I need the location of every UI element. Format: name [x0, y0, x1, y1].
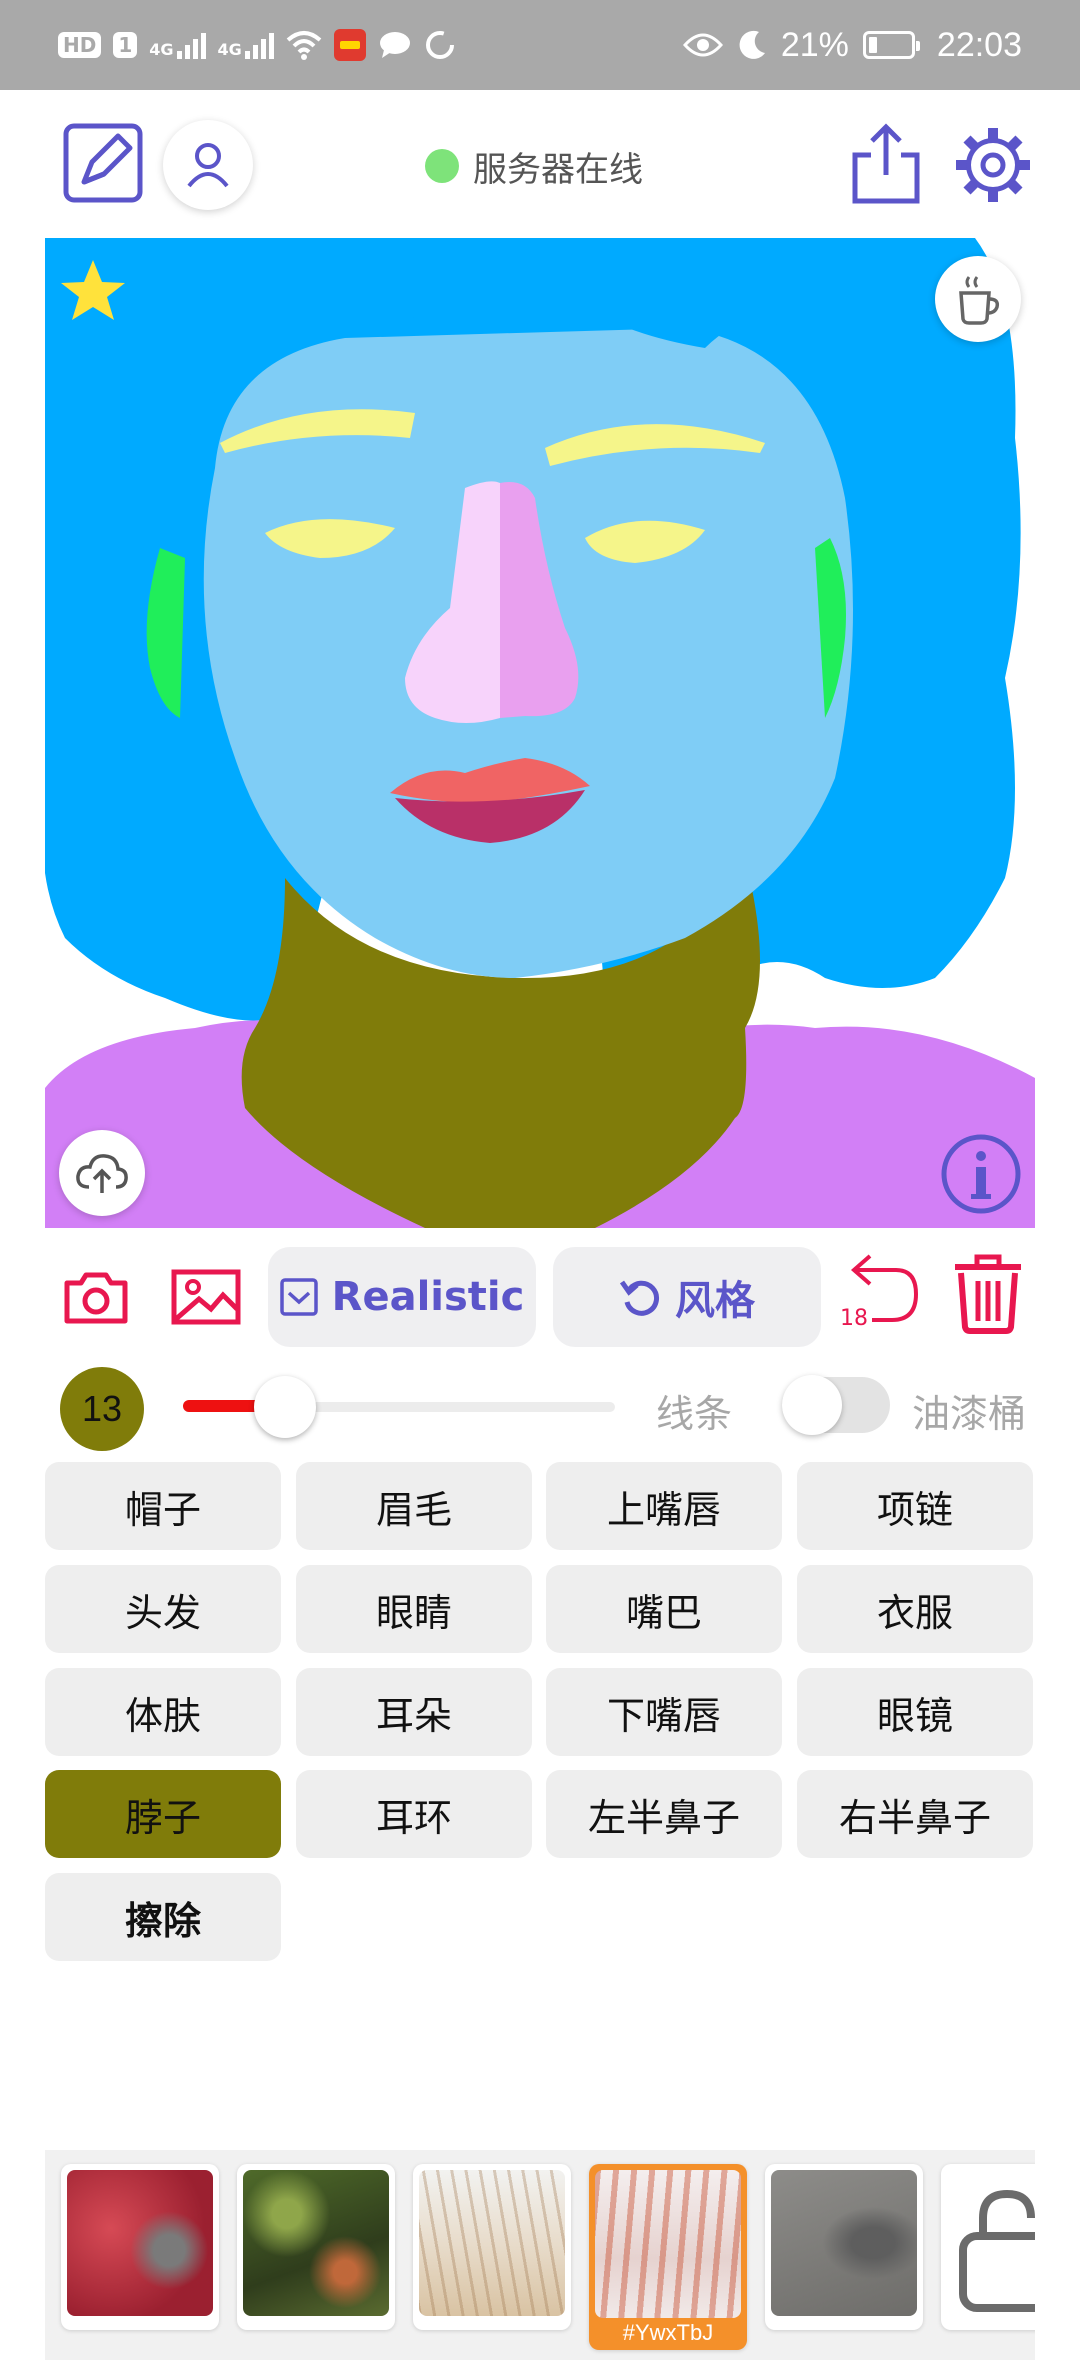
category-lower-lip[interactable]: 下嘴唇 — [546, 1668, 782, 1756]
style-thumbnail-image — [771, 2170, 917, 2316]
style-thumbnail-image — [243, 2170, 389, 2316]
server-status-dot — [425, 149, 459, 183]
share-button[interactable] — [848, 122, 924, 206]
signal-bars-icon — [244, 31, 274, 59]
profile-button[interactable] — [163, 120, 253, 210]
paint-bucket-label: 油漆桶 — [912, 1392, 1027, 1436]
face-drawing — [45, 238, 1035, 1228]
draw-mode-button[interactable] — [60, 120, 146, 206]
edit-canvas-icon — [63, 123, 143, 203]
category-mouth[interactable]: 嘴巴 — [546, 1565, 782, 1653]
server-status: 服务器在线 — [425, 142, 643, 190]
signal-2: 4G — [218, 31, 274, 59]
lock-icon — [959, 2189, 1035, 2312]
category-eyebrows[interactable]: 眉毛 — [296, 1462, 532, 1550]
realistic-label: Realistic — [331, 1274, 525, 1320]
wifi-icon — [286, 31, 322, 60]
upload-button[interactable] — [59, 1130, 145, 1216]
settings-button[interactable] — [950, 122, 1036, 208]
signal-1: 4G — [149, 31, 206, 59]
loading-icon — [425, 31, 454, 59]
style-thumbnail[interactable] — [61, 2164, 219, 2330]
category-neck-selected[interactable]: 脖子 — [45, 1770, 281, 1858]
category-left-nose[interactable]: 左半鼻子 — [546, 1770, 782, 1858]
category-glasses[interactable]: 眼镜 — [797, 1668, 1033, 1756]
category-skin[interactable]: 体肤 — [45, 1668, 281, 1756]
checkbox-icon — [279, 1278, 318, 1316]
line-mode-label: 线条 — [656, 1392, 733, 1436]
camera-icon — [64, 1272, 128, 1324]
brush-size-badge[interactable]: 13 — [60, 1367, 144, 1451]
trash-icon — [955, 1254, 1021, 1334]
style-thumbnail[interactable] — [237, 2164, 395, 2330]
moon-icon — [739, 30, 765, 59]
delete-button[interactable] — [948, 1252, 1028, 1336]
style-thumbnail-image — [595, 2170, 741, 2318]
style-thumbnail-image — [419, 2170, 565, 2316]
share-icon — [852, 123, 920, 204]
category-ears[interactable]: 耳朵 — [296, 1668, 532, 1756]
category-upper-lip[interactable]: 上嘴唇 — [546, 1462, 782, 1550]
network-type-1: 4G — [149, 40, 174, 59]
style-thumbnail-selected[interactable]: #YwxTbJ — [589, 2164, 747, 2350]
coffee-button[interactable] — [935, 256, 1021, 342]
battery-percent: 21% — [780, 25, 849, 64]
user-icon — [187, 143, 229, 188]
undo-count: 18 — [840, 1306, 868, 1331]
gallery-button[interactable] — [168, 1262, 244, 1332]
category-earrings[interactable]: 耳环 — [296, 1770, 532, 1858]
gear-icon — [956, 128, 1030, 202]
style-thumbnail[interactable] — [413, 2164, 571, 2330]
server-status-label: 服务器在线 — [473, 149, 643, 190]
message-icon — [379, 32, 410, 58]
category-right-nose[interactable]: 右半鼻子 — [797, 1770, 1033, 1858]
battery-icon — [862, 31, 920, 59]
favorite-star-icon[interactable] — [57, 256, 129, 326]
category-erase[interactable]: 擦除 — [45, 1873, 281, 1961]
network-type-2: 4G — [217, 40, 242, 59]
hd-indicator: HD — [58, 32, 102, 58]
info-icon[interactable] — [939, 1132, 1023, 1216]
brush-size-slider-thumb[interactable] — [254, 1376, 316, 1438]
camera-button[interactable] — [58, 1262, 134, 1332]
sim-indicator: 1 — [113, 32, 138, 58]
status-bar-left: HD 1 4G 4G — [58, 26, 456, 64]
category-hat[interactable]: 帽子 — [45, 1462, 281, 1550]
signal-bars-icon — [176, 31, 206, 59]
category-eyes[interactable]: 眼睛 — [296, 1565, 532, 1653]
style-label: 风格 — [675, 1278, 755, 1324]
style-thumbnail-image — [67, 2170, 213, 2316]
status-bar-right: 21% 22:03 — [682, 25, 1022, 64]
realistic-toggle-button[interactable]: Realistic — [268, 1247, 536, 1347]
style-button[interactable]: 风格 — [553, 1247, 821, 1347]
category-necklace[interactable]: 项链 — [797, 1462, 1033, 1550]
eye-icon — [682, 33, 723, 57]
image-icon — [171, 1269, 241, 1325]
cloud-upload-icon — [76, 1154, 128, 1193]
refresh-icon — [619, 1280, 660, 1316]
drawing-canvas[interactable] — [45, 238, 1035, 1228]
category-clothes[interactable]: 衣服 — [797, 1565, 1033, 1653]
app-notification-icon — [333, 29, 366, 61]
clock: 22:03 — [936, 25, 1022, 64]
coffee-cup-icon — [959, 276, 1000, 325]
style-thumbnail-tag: #YwxTbJ — [622, 2320, 714, 2345]
style-gallery-strip[interactable]: #YwxTbJ — [45, 2150, 1035, 2360]
paint-bucket-toggle-knob[interactable] — [782, 1375, 842, 1435]
undo-button[interactable]: 18 — [836, 1252, 920, 1340]
style-thumbnail[interactable] — [765, 2164, 923, 2330]
category-hair[interactable]: 头发 — [45, 1565, 281, 1653]
style-thumbnail-locked[interactable] — [941, 2164, 1035, 2330]
